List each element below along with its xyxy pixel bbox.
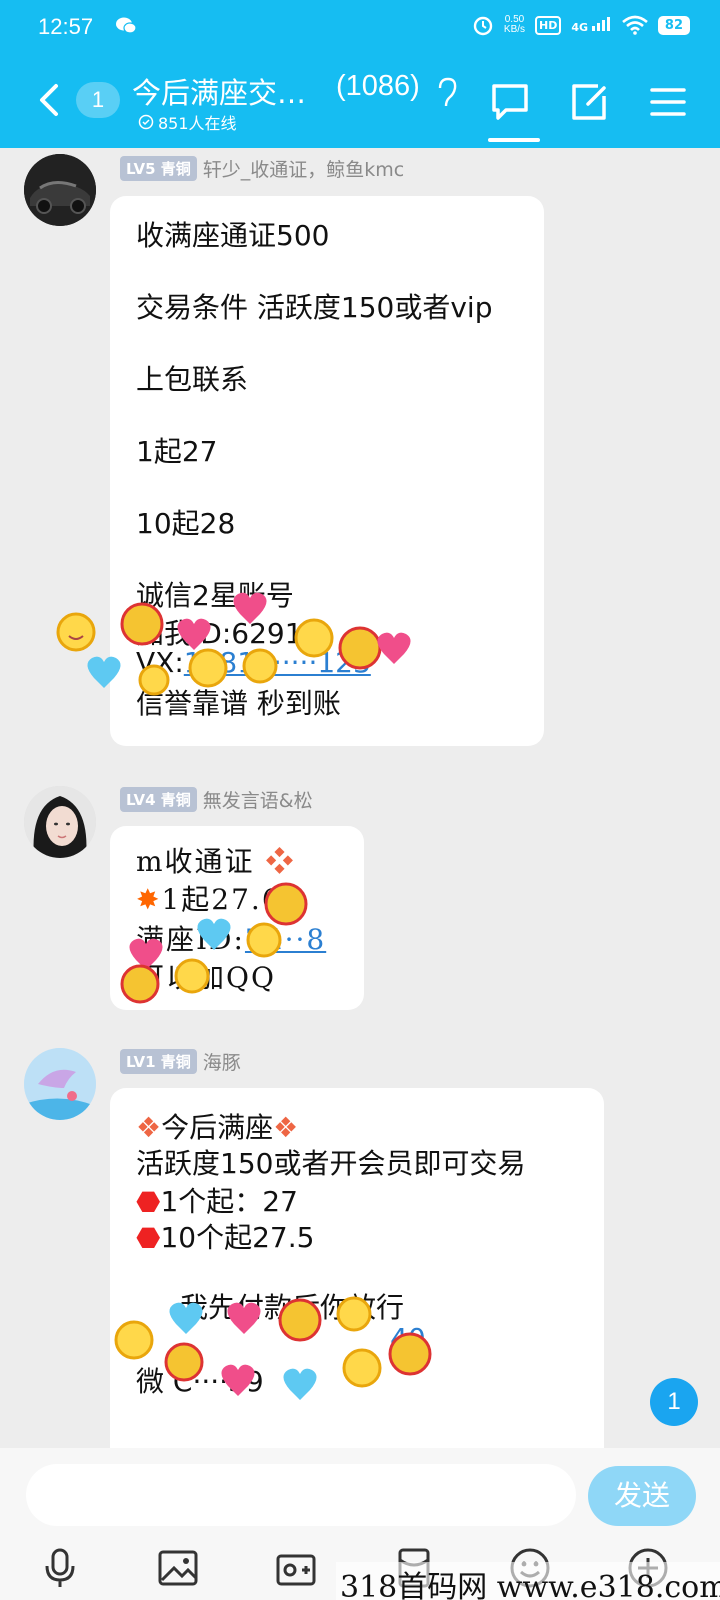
online-icon <box>138 114 154 130</box>
message-link: 40 <box>390 1322 426 1355</box>
signal-indicator: 4G <box>571 16 612 34</box>
menu-icon[interactable] <box>646 80 690 124</box>
dolphin-avatar-image <box>24 1048 96 1120</box>
message-line: 收满座通证500 <box>136 219 330 252</box>
new-message-badge[interactable]: 1 <box>650 1378 698 1426</box>
active-tab-underline <box>488 138 540 142</box>
message-line: ❖今后满座❖ <box>136 1106 298 1146</box>
message-line: 信誉靠谱 秒到账 <box>136 687 341 720</box>
wx-prefix: 微 <box>136 1365 165 1398</box>
level-badge: LV4 青铜 <box>120 787 197 812</box>
message-line: ⬣1个起：27 <box>136 1180 298 1220</box>
message-line: 我先付款后你放行 <box>180 1291 405 1324</box>
message-text: 1起27.6 <box>161 883 282 916</box>
online-status: 851人在线 <box>138 110 237 134</box>
red-packet-emoji: ❖ <box>254 845 296 878</box>
top-header: 12:57 0.50 KB/s HD 4G 82 1 今后满座交… (1086)… <box>0 0 720 148</box>
id-link[interactable]: 40 <box>390 1322 426 1355</box>
wifi-icon <box>622 15 648 35</box>
id-link[interactable]: 74··8 <box>245 923 326 956</box>
watermark: 318首码网 www.e318.com <box>336 1562 720 1600</box>
avatar[interactable] <box>24 1048 96 1120</box>
id-label: 满座ID: <box>136 923 245 956</box>
message-line: 诚信2星账号 <box>136 579 294 612</box>
earpiece-mode-icon <box>438 77 457 107</box>
message-line: 交易条件 活跃度150或者vip <box>136 291 493 324</box>
message-bubble[interactable]: m收通证 ❖ ✸1起27.6 满座ID:74··8 可以加QQ <box>110 826 364 1010</box>
message-line: 活跃度150或者开会员即可交易 <box>136 1147 526 1180</box>
hd-badge: HD <box>535 15 562 35</box>
online-count: 851人在线 <box>158 114 237 133</box>
message-bubble[interactable]: ❖今后满座❖ 活跃度150或者开会员即可交易 ⬣1个起：27 ⬣10个起27.5… <box>110 1088 604 1448</box>
wx-value: C····59 <box>172 1365 264 1398</box>
edit-post-icon[interactable] <box>568 80 612 124</box>
group-title[interactable]: 今后满座交… <box>132 70 306 112</box>
voice-icon[interactable] <box>38 1546 82 1590</box>
signal-label: 4G <box>571 20 589 34</box>
image-icon[interactable] <box>156 1546 200 1590</box>
message-line: ✸1起27.6 <box>136 878 282 918</box>
portrait-avatar-image <box>24 786 96 858</box>
sender-name[interactable]: 無发言语&松 <box>203 786 313 813</box>
net-speed: 0.50 KB/s <box>504 15 525 35</box>
level-badge: LV1 青铜 <box>120 1049 197 1074</box>
cell-signal-icon <box>591 16 610 31</box>
red-packet-emoji: ❖ <box>273 1111 299 1144</box>
message-input[interactable] <box>26 1464 576 1526</box>
avatar[interactable] <box>24 154 96 226</box>
vx-link[interactable]: 15814·····123 <box>184 646 371 679</box>
message-line-vx: VX:15814·····123 <box>136 646 371 679</box>
level-badge: LV5 青铜 <box>120 156 197 181</box>
message-meta: LV4 青铜 無发言语&松 <box>120 786 313 813</box>
stop-sign-emoji: ⬣ <box>136 1185 161 1218</box>
member-count[interactable]: (1086) <box>336 70 420 103</box>
camera-icon[interactable] <box>274 1546 318 1590</box>
message-line: 10起28 <box>136 507 236 540</box>
back-button[interactable] <box>34 78 68 122</box>
chat-tab-icon[interactable] <box>488 80 532 124</box>
sender-name[interactable]: 轩少_收通证，鲸鱼kmc <box>203 155 404 182</box>
car-avatar-image <box>24 154 96 226</box>
red-packet-emoji: ❖ <box>136 1111 162 1144</box>
status-time: 12:57 <box>38 14 94 39</box>
message-line: 1起27 <box>136 435 218 468</box>
message-meta: LV5 青铜 轩少_收通证，鲸鱼kmc <box>120 155 404 182</box>
unread-count-badge[interactable]: 1 <box>76 82 120 118</box>
message-text: 1个起：27 <box>160 1185 298 1218</box>
firework-emoji: ✸ <box>136 883 162 916</box>
smiley-sticker <box>56 612 96 652</box>
stop-sign-emoji: ⬣ <box>136 1221 161 1254</box>
message-bubble[interactable]: 收满座通证500 交易条件 活跃度150或者vip 上包联系 1起27 10起2… <box>110 196 544 746</box>
wechat-notification-icon <box>116 17 137 34</box>
title-bar: 1 今后满座交… (1086) 851人在线 <box>0 60 720 148</box>
message-line: m收通证 ❖ <box>136 840 295 880</box>
message-text: m收通证 <box>136 845 255 878</box>
alarm-icon <box>473 16 493 36</box>
message-line: ⬣10个起27.5 <box>136 1216 314 1256</box>
message-line: 上包联系 <box>136 363 249 396</box>
send-button[interactable]: 发送 <box>588 1466 696 1526</box>
message-text: 10个起27.5 <box>160 1221 315 1254</box>
status-bar: 12:57 0.50 KB/s HD 4G 82 <box>0 0 720 56</box>
vx-label: VX: <box>136 646 184 679</box>
message-line: 微 C····59 <box>136 1360 264 1400</box>
status-icons: 0.50 KB/s HD 4G 82 <box>472 14 690 36</box>
message-line: 可以加QQ <box>136 961 276 994</box>
net-speed-unit: KB/s <box>503 24 526 35</box>
battery-indicator: 82 <box>657 15 690 35</box>
message-meta: LV1 青铜 海豚 <box>120 1048 241 1075</box>
message-text: 今后满座 <box>161 1111 274 1144</box>
avatar[interactable] <box>24 786 96 858</box>
message-line-id: 满座ID:74··8 <box>136 918 326 958</box>
sender-name[interactable]: 海豚 <box>203 1048 241 1075</box>
